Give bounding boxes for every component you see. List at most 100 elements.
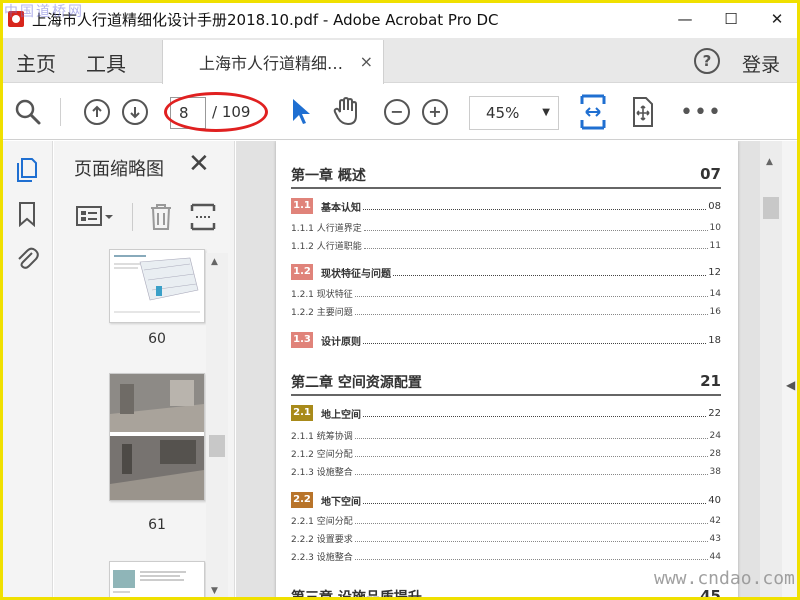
- toc-chapter-title: 第二章 空间资源配置: [291, 375, 422, 391]
- zoom-in-icon[interactable]: +: [422, 99, 448, 125]
- toc-page-number: 24: [709, 430, 721, 441]
- toc-subsection-title: 2.2.2 设置要求: [291, 535, 353, 545]
- toolbar-separator: [60, 98, 61, 126]
- expand-right-arrow-icon[interactable]: ◀: [786, 378, 795, 392]
- toc-page-number: 42: [709, 515, 721, 526]
- toc-leader-dots: [363, 409, 707, 417]
- toc-leader-dots: [363, 496, 707, 504]
- bookmark-icon[interactable]: [14, 201, 40, 227]
- toc-subsection[interactable]: 1.2.1 现状特征 14: [291, 287, 721, 301]
- more-options-icon[interactable]: •••: [680, 100, 722, 125]
- close-window-button[interactable]: ✕: [754, 0, 800, 38]
- window-controls: — ☐ ✕: [662, 0, 800, 38]
- page-thumbnail[interactable]: [109, 561, 205, 600]
- toc-section[interactable]: 1.1 基本认知 08: [291, 198, 721, 214]
- tab-document[interactable]: 上海市人行道精细… ×: [162, 40, 384, 84]
- page-thumbnail[interactable]: [109, 373, 205, 501]
- toc-chapter-title: 第一章 概述: [291, 168, 366, 184]
- thumbnail-options-icon[interactable]: [76, 205, 114, 229]
- toc-subsection[interactable]: 2.1.1 统筹协调 24: [291, 429, 721, 443]
- toc-subsection[interactable]: 2.2.3 设施整合 44: [291, 550, 721, 564]
- hand-tool-icon[interactable]: [332, 96, 362, 128]
- tab-close-icon[interactable]: ×: [360, 52, 373, 71]
- document-scrollbar[interactable]: ▲: [760, 141, 782, 600]
- toc-section[interactable]: 2.1 地上空间 22: [291, 405, 721, 421]
- toc-section-title: 现状特征与问题: [321, 268, 391, 280]
- toc-page-number: 10: [709, 222, 721, 233]
- left-navigation-pane: [0, 141, 53, 600]
- scroll-up-arrow[interactable]: ▲: [211, 257, 218, 267]
- toc-page-number: 40: [708, 494, 721, 506]
- login-button[interactable]: 登录: [742, 50, 780, 77]
- section-number-badge: 1.2: [291, 264, 313, 280]
- toc-subsection[interactable]: 2.2.1 空间分配 42: [291, 514, 721, 528]
- watermark-bottom: www.cndao.com: [654, 568, 795, 589]
- zoom-select[interactable]: 45% ▼: [469, 96, 559, 130]
- section-number-badge: 2.2: [291, 492, 313, 508]
- thumbnail-scrollbar[interactable]: ▲ ▼: [206, 253, 228, 600]
- toc-page-number: 22: [708, 407, 721, 419]
- toc-subsection-title: 2.2.3 设施整合: [291, 553, 353, 563]
- thumbnail-page-number: 61: [148, 517, 166, 533]
- toc-page-number: 44: [709, 551, 721, 562]
- page-thumbnails-icon[interactable]: [14, 157, 40, 183]
- fit-page-icon[interactable]: [580, 94, 606, 130]
- toc-leader-dots: [363, 336, 707, 344]
- toc-page-number: 08: [708, 200, 721, 212]
- page-display-icon[interactable]: [630, 96, 656, 128]
- scroll-down-arrow[interactable]: ▼: [211, 586, 218, 596]
- tab-home[interactable]: 主页: [16, 48, 56, 77]
- page-thumbnail[interactable]: [109, 249, 205, 323]
- toc-section[interactable]: 2.2 地下空间 40: [291, 492, 721, 508]
- toc-chapter[interactable]: 第二章 空间资源配置 21: [291, 372, 721, 396]
- attachment-icon[interactable]: [14, 245, 40, 271]
- trash-icon[interactable]: [148, 203, 174, 231]
- zoom-out-icon[interactable]: −: [384, 99, 410, 125]
- toc-subsection[interactable]: 2.1.3 设施整合 38: [291, 465, 721, 479]
- toc-section-title: 设计原则: [321, 336, 361, 348]
- title-bar: 上海市人行道精细化设计手册2018.10.pdf - Adobe Acrobat…: [0, 0, 800, 38]
- zoom-value: 45%: [486, 104, 520, 122]
- scrollbar-thumb[interactable]: [209, 435, 225, 457]
- toc-section[interactable]: 1.2 现状特征与问题 12: [291, 264, 721, 280]
- toc-subsection-title: 2.1.1 统筹协调: [291, 432, 353, 442]
- scrollbar-thumb[interactable]: [763, 197, 779, 219]
- prev-page-icon[interactable]: [84, 99, 110, 125]
- toc-section-title: 地下空间: [321, 496, 361, 508]
- toc-subsection[interactable]: 1.1.1 人行道界定 10: [291, 221, 721, 235]
- search-icon[interactable]: [14, 98, 42, 126]
- highlight-annotation-oval: [164, 92, 268, 132]
- toc-subsection-title: 1.1.1 人行道界定: [291, 224, 362, 234]
- thumbnail-image: [110, 374, 204, 500]
- section-number-badge: 1.3: [291, 332, 313, 348]
- toc-page-number: 07: [700, 165, 721, 183]
- toc-chapter[interactable]: 第一章 概述 07: [291, 165, 721, 189]
- thumbnail-image: [110, 250, 204, 322]
- toc-page-number: 18: [708, 334, 721, 346]
- toc-subsection[interactable]: 2.2.2 设置要求 43: [291, 532, 721, 546]
- toc-leader-dots: [354, 450, 708, 457]
- toc-section[interactable]: 1.3 设计原则 18: [291, 332, 721, 348]
- toc-leader-dots: [363, 242, 708, 249]
- toc-section-title: 基本认知: [321, 202, 361, 214]
- thumbnail-image: [110, 562, 204, 600]
- select-cursor-icon[interactable]: [290, 97, 312, 127]
- thumbnails-title: 页面缩略图: [74, 159, 164, 180]
- toc-subsection[interactable]: 1.1.2 人行道职能 11: [291, 239, 721, 253]
- minimize-button[interactable]: —: [662, 0, 708, 38]
- insert-page-icon[interactable]: [190, 203, 216, 231]
- thumbnail-list: 60 61: [54, 249, 214, 600]
- toc-subsection[interactable]: 1.2.2 主要问题 16: [291, 305, 721, 319]
- toc-leader-dots: [354, 432, 708, 439]
- toc-subsection[interactable]: 2.1.2 空间分配 28: [291, 447, 721, 461]
- toc-page-number: 38: [709, 466, 721, 477]
- maximize-button[interactable]: ☐: [708, 0, 754, 38]
- document-page: 第一章 概述 07 1.1 基本认知 08 1.1.1 人行道界定 10 1.1.2 人行道职…: [276, 141, 738, 600]
- toc-page-number: 16: [709, 306, 721, 317]
- help-icon[interactable]: ?: [694, 48, 720, 74]
- close-icon[interactable]: ✕: [188, 149, 210, 179]
- toc-subsection-title: 2.1.3 设施整合: [291, 468, 353, 478]
- scroll-up-arrow[interactable]: ▲: [766, 157, 773, 167]
- tab-tools[interactable]: 工具: [86, 48, 126, 77]
- next-page-icon[interactable]: [122, 99, 148, 125]
